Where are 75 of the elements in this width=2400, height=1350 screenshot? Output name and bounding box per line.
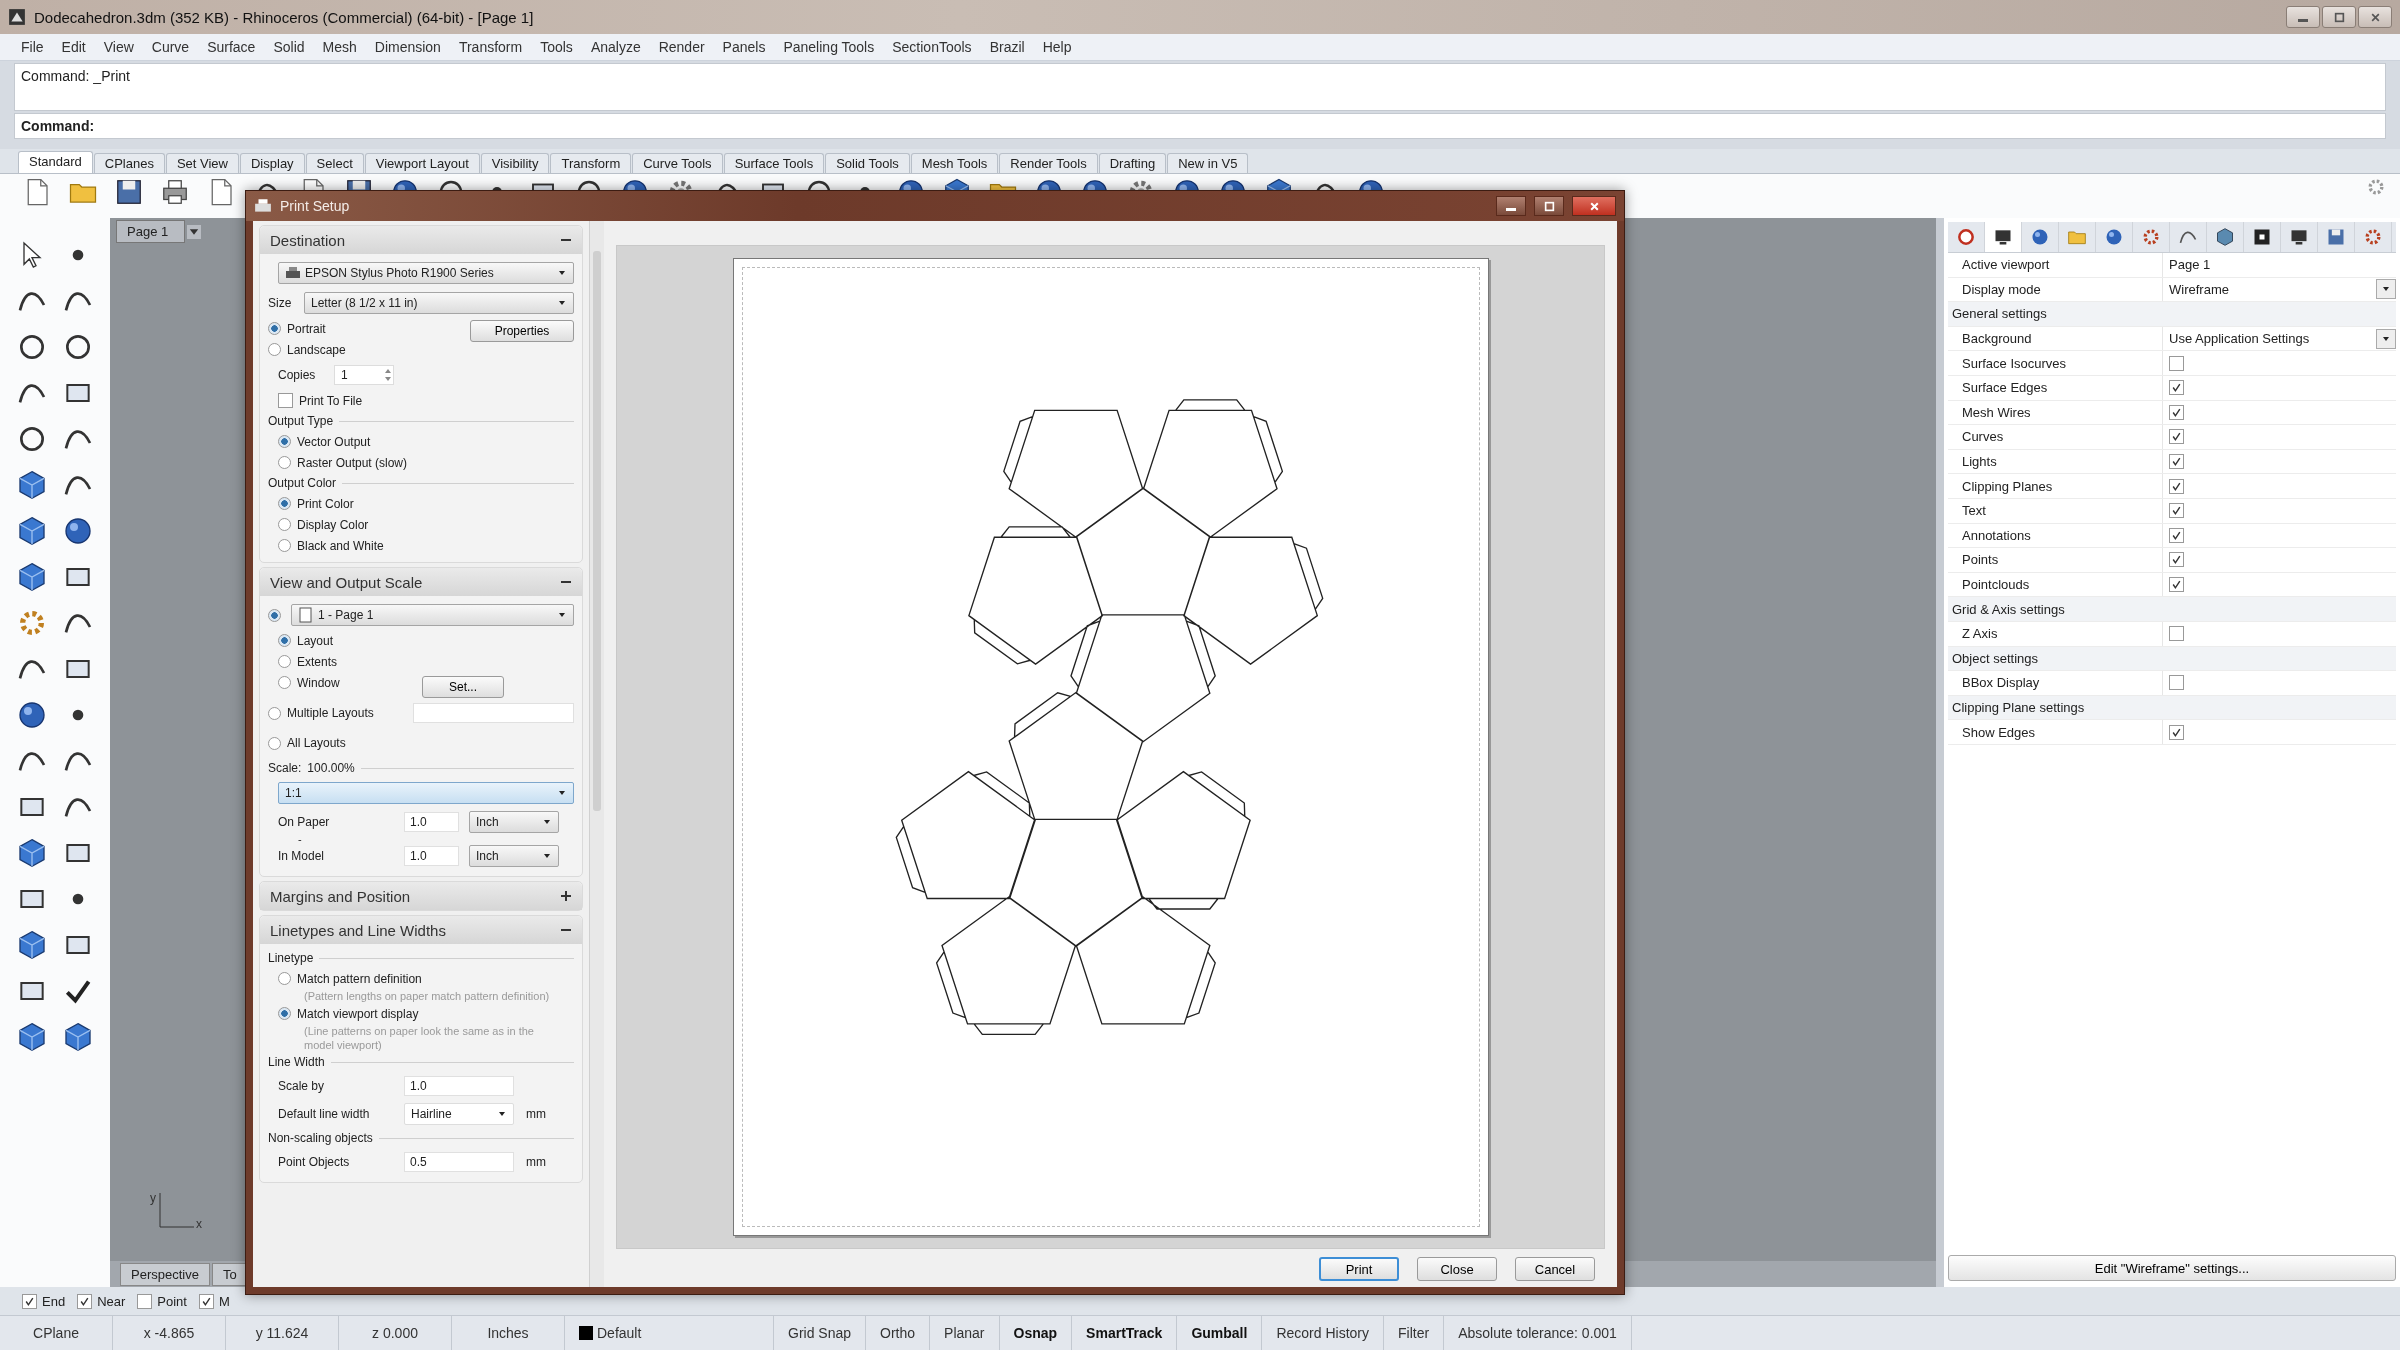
field-label: Scale by <box>277 1079 326 1093</box>
group-label: Output Type <box>268 414 334 428</box>
status-text: CPlane <box>0 1316 113 1350</box>
field-label: Point Objects <box>277 1155 351 1169</box>
group-heading: Grid & Axis settings <box>1951 600 2066 619</box>
group-heading: General settings <box>1951 305 2048 324</box>
option-note: (Line patterns on paper look the same as in the model viewport) <box>303 1024 535 1052</box>
scale-percent: 100.00% <box>307 761 355 775</box>
property-label: Curves <box>1948 425 2163 449</box>
option-label: Layout <box>297 633 334 648</box>
property-label: Background <box>1948 326 2163 351</box>
option-label: Match pattern definition <box>297 971 422 986</box>
unit-label: mm <box>526 1107 546 1121</box>
option-label: Print To File <box>299 393 363 408</box>
property-label: Lights <box>1948 449 2163 474</box>
option-label: Window <box>297 675 340 690</box>
window-title: Dodecahedron.3dm (352 KB) - Rhinoceros (Commercial) (64-bit) - [Page 1] <box>34 8 534 26</box>
property-label: Active viewport <box>1948 253 2163 277</box>
option-label: Portrait <box>287 321 326 336</box>
property-label: Surface Edges <box>1948 375 2163 400</box>
status-text: z 0.000 <box>339 1316 452 1350</box>
status-text: Inches <box>452 1316 565 1350</box>
group-label: Scale: <box>268 761 302 775</box>
osnap-label: M <box>218 1293 230 1309</box>
property-label: Surface Isocurves <box>1948 351 2163 375</box>
property-label: Text <box>1948 498 2163 523</box>
status-text: x -4.865 <box>113 1316 226 1350</box>
option-label: Vector Output <box>297 434 371 449</box>
field-label: Size <box>268 296 293 310</box>
osnap-label: Point <box>157 1293 187 1309</box>
section-title: Destination <box>270 231 346 249</box>
option-label: Display Color <box>297 517 369 532</box>
section-title: Margins and Position <box>270 887 411 905</box>
option-label: Extents <box>297 654 338 669</box>
property-label: Clipping Planes <box>1948 474 2163 498</box>
osnap-label: End <box>42 1293 66 1309</box>
property-label: Pointclouds <box>1948 572 2163 597</box>
group-heading: Object settings <box>1951 649 2039 668</box>
option-label: Landscape <box>287 342 346 357</box>
ratio-mark: - <box>297 836 303 842</box>
option-label: Black and White <box>297 538 384 553</box>
dialog-title: Print Setup <box>280 198 350 214</box>
field-label: On Paper <box>277 815 331 829</box>
osnap-label: Near <box>97 1293 126 1309</box>
option-label: All Layouts <box>287 736 346 750</box>
unit-label: mm <box>526 1155 546 1169</box>
axis-label: x <box>196 1217 202 1231</box>
field-label: Copies <box>277 368 317 382</box>
group-label: Line Width <box>268 1055 325 1069</box>
group-label: Output Color <box>268 476 337 490</box>
status-text: y 11.624 <box>226 1316 339 1350</box>
option-label: Print Color <box>297 496 354 511</box>
group-label: Non-scaling objects <box>268 1131 373 1145</box>
command-prompt: Command: <box>21 118 95 134</box>
field-label: In Model <box>277 849 326 863</box>
status-text: Absolute tolerance: 0.001 <box>1444 1316 1632 1350</box>
group-heading: Clipping Plane settings <box>1951 699 2086 717</box>
axis-label: y <box>150 1191 156 1205</box>
property-label: Show Edges <box>1948 720 2163 744</box>
command-history-text: Command: _Print <box>21 68 130 84</box>
section-title: View and Output Scale <box>270 573 423 591</box>
section-title: Linetypes and Line Widths <box>270 921 446 939</box>
property-label: BBox Display <box>1948 671 2163 695</box>
property-label: Points <box>1948 548 2163 572</box>
option-label: Match viewport display <box>297 1006 419 1021</box>
property-label: Z Axis <box>1948 621 2163 646</box>
property-label: Display mode <box>1948 277 2163 302</box>
option-label: Raster Output (slow) <box>297 455 408 470</box>
property-label: Annotations <box>1948 523 2163 548</box>
property-label: Mesh Wires <box>1948 400 2163 425</box>
option-label: Multiple Layouts <box>287 706 375 720</box>
option-note: (Pattern lengths on paper match pattern definition) <box>303 989 551 1003</box>
group-label: Linetype <box>268 951 314 965</box>
property-value: Page 1 <box>2169 257 2212 273</box>
field-label: Default line width <box>277 1107 371 1121</box>
